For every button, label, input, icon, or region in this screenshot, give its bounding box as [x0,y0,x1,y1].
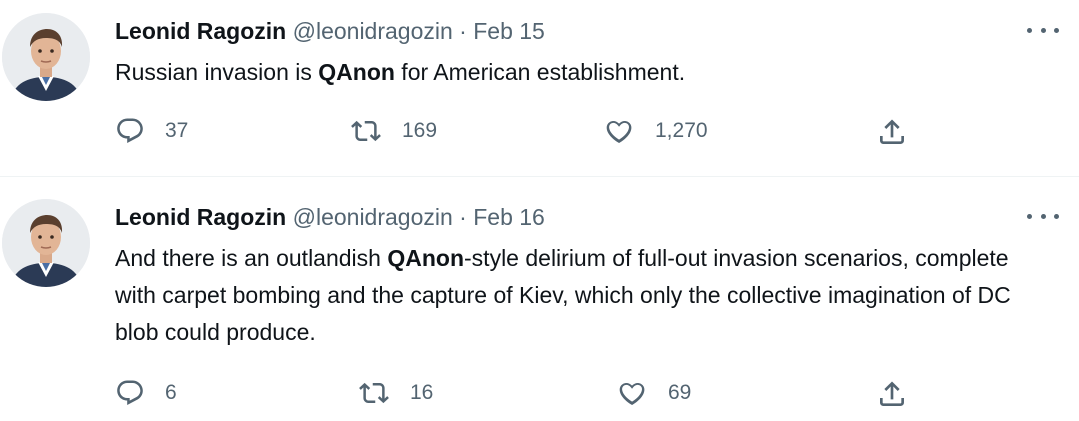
tweet-date[interactable]: Feb 16 [473,204,545,230]
avatar[interactable] [2,13,90,101]
tweet-date[interactable]: Feb 15 [473,18,545,44]
reply-count: 37 [165,119,189,142]
heart-icon [619,382,645,405]
tweet-text-highlight: QAnon [318,59,395,85]
like-count: 1,270 [655,119,708,142]
tweet-header: Leonid Ragozin @leonidragozin · Feb 16 [115,202,545,232]
reply-icon [117,118,143,143]
reply-count: 6 [165,381,177,404]
author-name[interactable]: Leonid Ragozin [115,18,286,44]
retweet-button[interactable]: 16 [358,378,433,408]
user-avatar-photo-icon [2,13,90,101]
share-button[interactable] [876,116,908,148]
tweet-text: Russian invasion is QAnon for American e… [115,54,1045,91]
author-handle[interactable]: @leonidragozin [293,204,453,230]
tweet-text-part: Russian invasion is [115,59,319,85]
like-button[interactable]: 69 [616,378,691,408]
more-options-icon[interactable] [1027,206,1059,226]
tweet[interactable]: Leonid Ragozin @leonidragozin · Feb 15 R… [0,0,1079,177]
retweet-button[interactable]: 169 [350,116,437,146]
retweet-count: 169 [402,119,438,142]
separator-dot: · [459,18,467,44]
heart-icon [606,120,632,143]
share-button[interactable] [876,378,908,410]
user-avatar-photo-icon [2,199,90,287]
share-icon [880,119,904,144]
tweet-text-part: And there is an outlandish [115,245,388,271]
more-options-icon[interactable] [1027,20,1059,40]
retweet-count: 16 [410,381,434,404]
like-button[interactable]: 1,270 [603,116,708,146]
tweet[interactable]: Leonid Ragozin @leonidragozin · Feb 16 A… [0,177,1079,421]
retweet-icon [351,120,381,142]
reply-icon [117,380,143,405]
author-name[interactable]: Leonid Ragozin [115,204,286,230]
like-count: 69 [668,381,692,404]
share-icon [880,381,904,406]
tweet-text-part: for American establishment. [394,59,686,85]
tweet-header: Leonid Ragozin @leonidragozin · Feb 15 [115,16,545,46]
tweet-text-highlight: QAnon [387,245,465,271]
avatar[interactable] [2,199,90,287]
separator-dot: · [459,204,467,230]
reply-button[interactable]: 6 [115,378,177,408]
retweet-icon [359,382,389,404]
reply-button[interactable]: 37 [115,116,188,146]
author-handle[interactable]: @leonidragozin [293,18,453,44]
tweet-text: And there is an outlandish QAnon-style d… [115,240,1045,351]
